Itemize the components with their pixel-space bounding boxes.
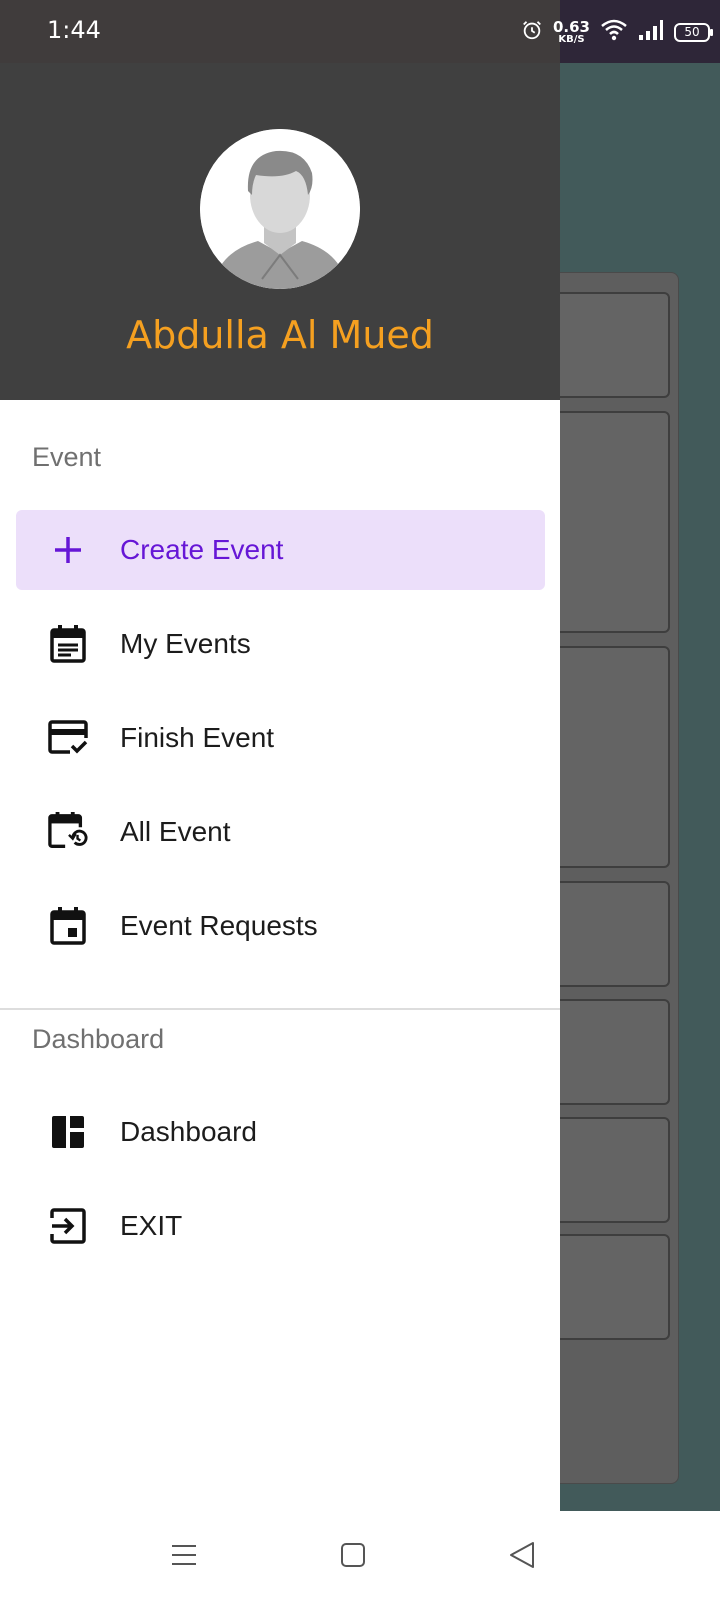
exit-icon <box>48 1206 88 1246</box>
network-speed: 0.63 KB/S <box>552 17 590 45</box>
menu-item-label: Dashboard <box>120 1116 257 1147</box>
battery-icon: 50 <box>674 22 713 42</box>
system-nav-bar <box>0 1511 720 1600</box>
status-time: 1:44 <box>47 16 101 44</box>
calendar-history-icon <box>48 812 88 852</box>
section-divider <box>0 1008 560 1010</box>
user-name: Abdulla Al Mued <box>126 313 434 357</box>
signal-icon <box>638 19 664 46</box>
home-square-icon[interactable] <box>331 1533 375 1577</box>
dashboard-icon <box>48 1112 88 1152</box>
menu-item-label: Create Event <box>120 534 284 565</box>
event-note-icon <box>48 624 88 664</box>
wifi-icon <box>600 18 628 47</box>
speed-unit: KB/S <box>558 33 585 45</box>
speed-value: 0.63 <box>552 17 590 36</box>
menu-item-all-event[interactable]: All Event <box>16 792 545 872</box>
menu-item-my-events[interactable]: My Events <box>16 604 545 684</box>
section-title-dashboard: Dashboard <box>32 1024 165 1054</box>
status-bar: 1:44 0.63 KB/S 50 <box>0 0 720 63</box>
navigation-drawer: Abdulla Al Mued Event Create Event My Ev… <box>0 63 560 1511</box>
menu-item-finish-event[interactable]: Finish Event <box>16 698 545 778</box>
drawer-header: Abdulla Al Mued <box>0 63 560 400</box>
menu-item-label: All Event <box>120 816 231 847</box>
avatar[interactable] <box>200 129 360 289</box>
user-avatar-icon <box>200 129 360 289</box>
menu-item-event-requests[interactable]: Event Requests <box>16 886 545 966</box>
event-icon <box>48 906 88 946</box>
menu-item-label: EXIT <box>120 1210 183 1241</box>
menu-item-label: Event Requests <box>120 910 318 941</box>
card-check-icon <box>48 718 88 758</box>
menu-item-label: Finish Event <box>120 722 275 753</box>
status-icons: 0.63 KB/S 50 <box>521 14 713 50</box>
alarm-icon <box>521 19 543 46</box>
add-icon <box>48 530 88 570</box>
menu-item-create-event[interactable]: Create Event <box>16 510 545 590</box>
menu-item-exit[interactable]: EXIT <box>16 1186 545 1266</box>
section-title-event: Event <box>32 442 102 472</box>
menu-item-dashboard[interactable]: Dashboard <box>16 1092 545 1172</box>
back-triangle-icon[interactable] <box>500 1533 544 1577</box>
menu-icon[interactable] <box>162 1533 206 1577</box>
menu-item-label: My Events <box>120 628 251 659</box>
